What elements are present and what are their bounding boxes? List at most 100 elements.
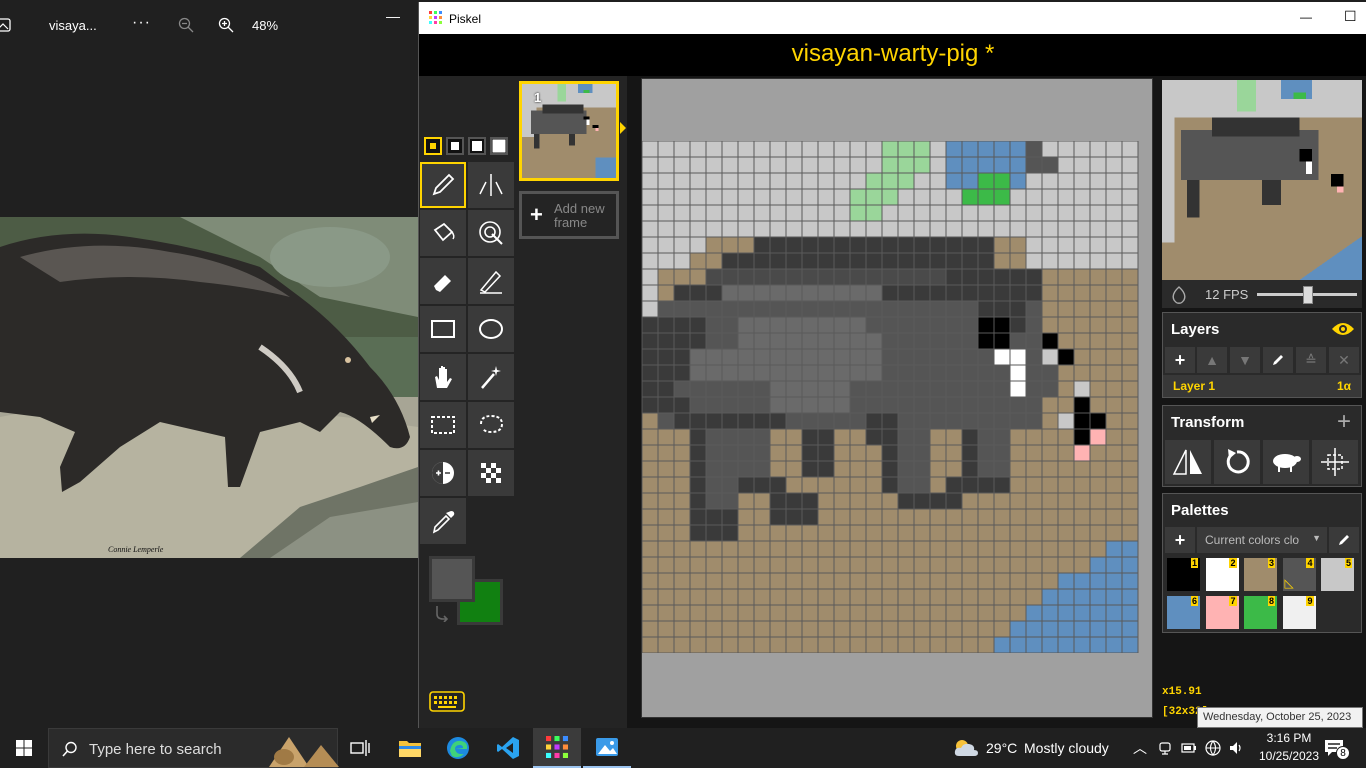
canvas-pixel[interactable] (737, 492, 755, 510)
canvas-pixel[interactable] (1025, 268, 1043, 286)
canvas-pixel[interactable] (642, 444, 659, 462)
canvas-pixel[interactable] (673, 364, 691, 382)
canvas-pixel[interactable] (785, 236, 803, 254)
canvas-pixel[interactable] (642, 236, 659, 254)
canvas-pixel[interactable] (945, 172, 963, 190)
canvas-pixel[interactable] (865, 380, 883, 398)
canvas-pixel[interactable] (945, 444, 963, 462)
pixel-art-canvas[interactable] (642, 141, 1152, 653)
battery-icon[interactable] (1181, 742, 1197, 754)
canvas-pixel[interactable] (1089, 524, 1107, 542)
canvas-pixel[interactable] (769, 172, 787, 190)
canvas-pixel[interactable] (1009, 172, 1027, 190)
canvas-pixel[interactable] (929, 172, 947, 190)
canvas-pixel[interactable] (1041, 460, 1059, 478)
canvas-pixel[interactable] (1025, 141, 1043, 158)
canvas-pixel[interactable] (1009, 396, 1027, 414)
canvas-pixel[interactable] (1121, 332, 1139, 350)
canvas-pixel[interactable] (1057, 636, 1075, 653)
canvas-pixel[interactable] (642, 188, 659, 206)
palette-color-8[interactable]: 8 (1244, 596, 1277, 629)
canvas-pixel[interactable] (1073, 316, 1091, 334)
canvas-pixel[interactable] (753, 620, 771, 638)
canvas-pixel[interactable] (1105, 204, 1123, 222)
canvas-pixel[interactable] (1073, 156, 1091, 174)
canvas-pixel[interactable] (657, 444, 675, 462)
canvas-pixel[interactable] (1009, 316, 1027, 334)
canvas-pixel[interactable] (913, 300, 931, 318)
canvas-pixel[interactable] (1105, 156, 1123, 174)
canvas-pixel[interactable] (1105, 141, 1123, 158)
canvas-pixel[interactable] (657, 396, 675, 414)
canvas-pixel[interactable] (801, 572, 819, 590)
canvas-pixel[interactable] (817, 572, 835, 590)
canvas-pixel[interactable] (689, 172, 707, 190)
canvas-pixel[interactable] (1041, 156, 1059, 174)
canvas-pixel[interactable] (1089, 364, 1107, 382)
canvas-pixel[interactable] (657, 252, 675, 270)
canvas-pixel[interactable] (769, 156, 787, 174)
canvas-pixel[interactable] (881, 300, 899, 318)
canvas-pixel[interactable] (737, 172, 755, 190)
canvas-pixel[interactable] (721, 508, 739, 526)
canvas-pixel[interactable] (721, 300, 739, 318)
canvas-pixel[interactable] (673, 556, 691, 574)
canvas-pixel[interactable] (801, 444, 819, 462)
canvas-pixel[interactable] (801, 236, 819, 254)
canvas-pixel[interactable] (673, 572, 691, 590)
canvas-pixel[interactable] (865, 508, 883, 526)
canvas-pixel[interactable] (689, 476, 707, 494)
canvas-pixel[interactable] (929, 412, 947, 430)
canvas-pixel[interactable] (865, 556, 883, 574)
canvas-pixel[interactable] (1105, 396, 1123, 414)
canvas-pixel[interactable] (721, 348, 739, 366)
canvas-pixel[interactable] (865, 348, 883, 366)
canvas-pixel[interactable] (913, 220, 931, 238)
canvas-pixel[interactable] (769, 540, 787, 558)
canvas-pixel[interactable] (1041, 348, 1059, 366)
canvas-pixel[interactable] (657, 268, 675, 286)
add-new-frame-button[interactable]: + Add new frame (519, 191, 619, 239)
canvas-pixel[interactable] (1105, 540, 1123, 558)
canvas-pixel[interactable] (865, 332, 883, 350)
canvas-pixel[interactable] (865, 476, 883, 494)
canvas-pixel[interactable] (993, 556, 1011, 574)
canvas-pixel[interactable] (642, 332, 659, 350)
canvas-pixel[interactable] (689, 156, 707, 174)
canvas-pixel[interactable] (657, 524, 675, 542)
canvas-pixel[interactable] (929, 428, 947, 446)
canvas-pixel[interactable] (817, 380, 835, 398)
canvas-pixel[interactable] (993, 604, 1011, 622)
canvas-pixel[interactable] (705, 188, 723, 206)
canvas-pixel[interactable] (1041, 476, 1059, 494)
canvas-pixel[interactable] (945, 460, 963, 478)
canvas-pixel[interactable] (705, 540, 723, 558)
canvas-pixel[interactable] (1121, 380, 1139, 398)
canvas-pixel[interactable] (1025, 604, 1043, 622)
canvas-pixel[interactable] (865, 524, 883, 542)
canvas-pixel[interactable] (897, 636, 915, 653)
canvas-pixel[interactable] (849, 428, 867, 446)
canvas-pixel[interactable] (1025, 252, 1043, 270)
canvas-pixel[interactable] (1089, 300, 1107, 318)
canvas-pixel[interactable] (642, 172, 659, 190)
canvas-pixel[interactable] (833, 508, 851, 526)
canvas-pixel[interactable] (929, 636, 947, 653)
canvas-pixel[interactable] (737, 588, 755, 606)
canvas-pixel[interactable] (673, 300, 691, 318)
canvas-pixel[interactable] (801, 172, 819, 190)
canvas-pixel[interactable] (1057, 428, 1075, 446)
canvas-pixel[interactable] (833, 396, 851, 414)
canvas-pixel[interactable] (657, 348, 675, 366)
canvas-pixel[interactable] (721, 316, 739, 334)
canvas-pixel[interactable] (993, 492, 1011, 510)
canvas-pixel[interactable] (1041, 172, 1059, 190)
canvas-pixel[interactable] (881, 444, 899, 462)
lasso-selection-tool[interactable] (468, 402, 514, 448)
canvas-pixel[interactable] (977, 604, 995, 622)
canvas-pixel[interactable] (1089, 540, 1107, 558)
canvas-pixel[interactable] (1105, 172, 1123, 190)
canvas-pixel[interactable] (753, 348, 771, 366)
stroke-tool[interactable] (468, 258, 514, 304)
canvas-pixel[interactable] (817, 524, 835, 542)
